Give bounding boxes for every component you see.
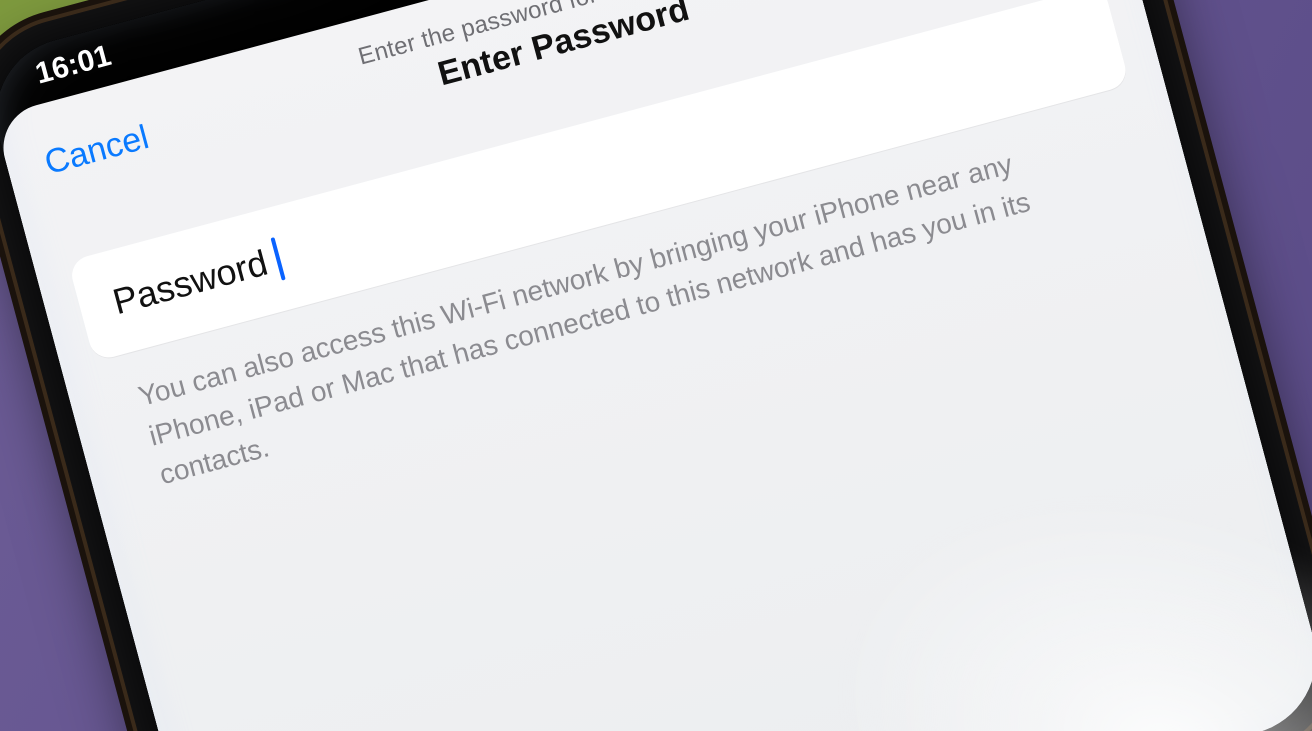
photo-background: 16:01 Cancel Enter the password for "BT-… bbox=[0, 0, 1312, 731]
phone-bezel: 16:01 Cancel Enter the password for "BT-… bbox=[0, 0, 1312, 731]
wifi-password-dialog: Cancel Enter the password for "BT-HXATXX… bbox=[0, 0, 1312, 731]
cancel-button[interactable]: Cancel bbox=[33, 102, 153, 184]
password-label: Password bbox=[108, 241, 272, 322]
phone-screen: 16:01 Cancel Enter the password for "BT-… bbox=[0, 0, 1312, 731]
text-caret bbox=[271, 237, 286, 281]
phone-body: 16:01 Cancel Enter the password for "BT-… bbox=[0, 0, 1312, 731]
status-time: 16:01 bbox=[32, 38, 115, 91]
